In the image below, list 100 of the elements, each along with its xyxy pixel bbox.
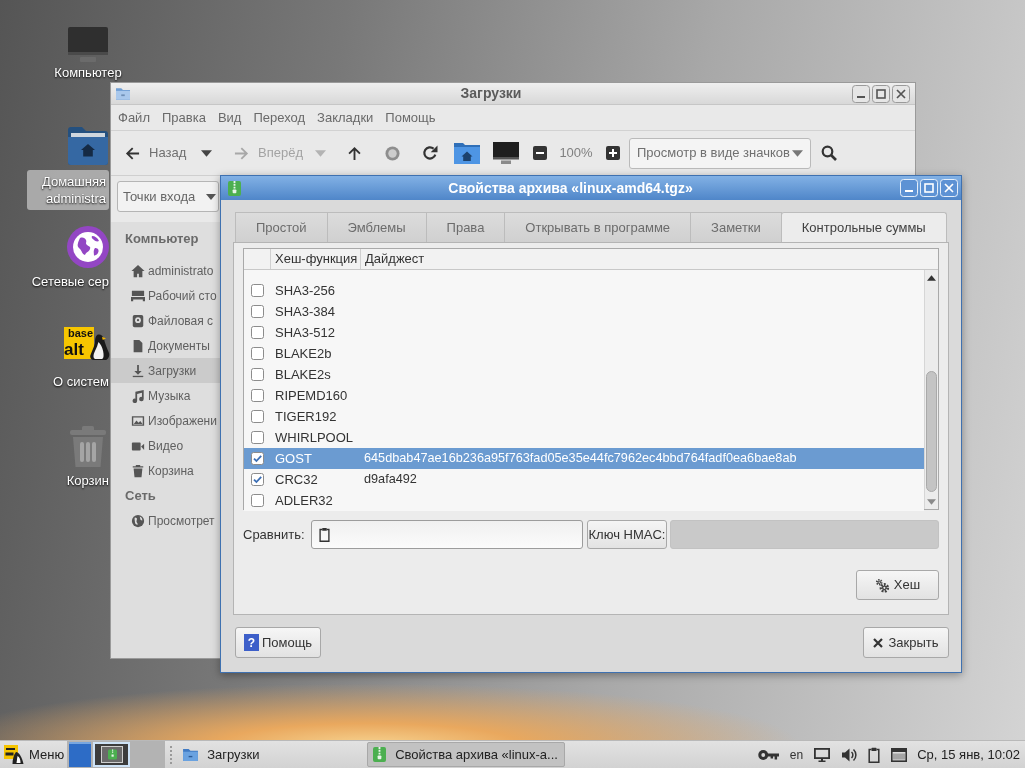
digest-text: 645dbab47ae16b236a95f763fad05e35e44fc7962ec4bbd764fadf0ea6bae8ab bbox=[364, 449, 797, 467]
desktop-icon-label[interactable]: Корзин bbox=[27, 472, 109, 489]
sidebar-item[interactable]: Загрузки bbox=[111, 358, 220, 383]
sidebar-item[interactable]: Видео bbox=[111, 433, 220, 458]
hash-name: BLAKE2s bbox=[275, 365, 331, 384]
menu-item[interactable]: Закладки bbox=[317, 107, 374, 128]
hash-name: TIGER192 bbox=[275, 407, 337, 426]
desktop-icon-label[interactable]: Сетевые сер bbox=[27, 273, 109, 290]
menu-item[interactable]: Переход bbox=[253, 107, 306, 128]
desktop-icon-label[interactable]: Компьютер bbox=[28, 64, 148, 81]
volume-icon[interactable] bbox=[841, 746, 858, 763]
checkbox[interactable] bbox=[250, 389, 264, 402]
clipboard-icon[interactable] bbox=[319, 527, 330, 542]
tab[interactable]: Открывать в программе bbox=[504, 212, 692, 242]
column-header[interactable]: Хеш-функция bbox=[270, 249, 360, 269]
clipboard-icon[interactable] bbox=[868, 746, 881, 763]
window-title: Свойства архива «linux-amd64.tgz» bbox=[447, 178, 694, 198]
window-title: Загрузки bbox=[459, 84, 523, 103]
hmac-key-button[interactable]: Ключ HMAC: bbox=[587, 520, 667, 549]
home-folder-icon bbox=[454, 142, 480, 164]
field-label: Сравнить: bbox=[243, 525, 306, 544]
hash-name: SHA3-256 bbox=[275, 281, 335, 300]
checkbox[interactable] bbox=[250, 347, 264, 360]
scroll-down-icon[interactable] bbox=[927, 499, 936, 505]
column-header[interactable]: Дайджест bbox=[360, 249, 938, 269]
checkbox[interactable] bbox=[250, 452, 264, 465]
tab[interactable]: Права bbox=[425, 212, 506, 242]
plus-icon bbox=[606, 146, 620, 160]
desk-icon bbox=[131, 288, 145, 303]
sidebar-item[interactable]: Музыка bbox=[111, 383, 220, 408]
close-button[interactable]: Закрыть bbox=[863, 627, 949, 658]
checkbox[interactable] bbox=[250, 305, 264, 318]
sidebar-item[interactable]: Рабочий сто bbox=[111, 283, 220, 308]
hash-button[interactable]: Хеш bbox=[856, 570, 939, 600]
globe-icon[interactable] bbox=[67, 226, 109, 268]
tab[interactable]: Простой bbox=[235, 212, 328, 242]
scroll-up-icon[interactable] bbox=[927, 275, 936, 281]
logo-text: alt bbox=[64, 342, 84, 358]
tab[interactable]: Эмблемы bbox=[326, 212, 427, 242]
arrow-right-icon bbox=[234, 145, 249, 161]
hash-name: SHA3-384 bbox=[275, 302, 335, 321]
monitor-icon[interactable] bbox=[814, 747, 831, 762]
compare-field[interactable] bbox=[311, 520, 583, 549]
help-button[interactable]: ? Помощь bbox=[235, 627, 321, 658]
question-icon: ? bbox=[243, 634, 259, 651]
task-button[interactable]: Свойства архива «linux-a... bbox=[367, 742, 566, 767]
sidebar-heading: Компьютер bbox=[124, 229, 200, 248]
checkbox[interactable] bbox=[250, 284, 264, 297]
logo-text: base bbox=[67, 327, 94, 339]
home-folder-icon[interactable] bbox=[68, 127, 108, 165]
sidebar-item[interactable]: Корзина bbox=[111, 458, 220, 483]
menu-item[interactable]: Помощь bbox=[385, 107, 436, 128]
stop-icon bbox=[384, 145, 400, 161]
back-button[interactable]: Назад bbox=[121, 138, 193, 168]
sidebar-item[interactable]: Изображени bbox=[111, 408, 220, 433]
picture-icon bbox=[131, 413, 145, 428]
close-button[interactable] bbox=[892, 84, 910, 103]
minus-icon bbox=[533, 146, 547, 160]
menu-button[interactable]: Меню bbox=[0, 741, 68, 768]
sidebar-item[interactable]: Файловая с bbox=[111, 308, 220, 333]
list-row[interactable]: GOST 645dbab47ae16b236a95f763fad05e35e44fc7962ec4bbd764fadf0ea6bae8ab bbox=[244, 448, 924, 469]
scroll-thumb[interactable] bbox=[926, 371, 937, 492]
checkbox[interactable] bbox=[250, 326, 264, 339]
window-icon[interactable] bbox=[891, 747, 908, 762]
keyboard-layout[interactable]: en bbox=[789, 745, 804, 764]
checkbox[interactable] bbox=[250, 431, 264, 444]
caret-icon bbox=[206, 193, 216, 200]
checkbox[interactable] bbox=[250, 473, 264, 486]
home-icon bbox=[131, 263, 145, 278]
menu-item[interactable]: Правка bbox=[161, 107, 206, 128]
checkbox[interactable] bbox=[250, 410, 264, 423]
archive-icon bbox=[373, 747, 387, 762]
logo[interactable]: base alt bbox=[64, 327, 94, 359]
checkbox[interactable] bbox=[250, 494, 264, 507]
tab[interactable]: Контрольные суммы bbox=[780, 212, 947, 242]
trash-icon bbox=[131, 463, 145, 478]
minimize-button[interactable] bbox=[852, 84, 870, 103]
globe-icon bbox=[131, 513, 145, 528]
key-icon[interactable] bbox=[757, 748, 779, 761]
tab[interactable]: Заметки bbox=[690, 212, 782, 242]
sidebar-item[interactable]: Просмотрет bbox=[111, 508, 220, 533]
logo-icon bbox=[4, 744, 24, 765]
caret-icon bbox=[314, 149, 326, 157]
download-icon bbox=[131, 363, 145, 378]
desktop-icon-label[interactable]: О систем bbox=[27, 373, 109, 390]
sidebar-item[interactable]: administrato bbox=[111, 258, 220, 283]
hash-name: ADLER32 bbox=[275, 491, 333, 510]
places-select[interactable]: Точки входа bbox=[117, 181, 219, 212]
document-icon bbox=[131, 338, 145, 353]
hash-name: GOST bbox=[275, 449, 312, 468]
menu-item[interactable]: Файл bbox=[118, 107, 150, 128]
checkbox[interactable] bbox=[250, 368, 264, 381]
hash-name: RIPEMD160 bbox=[275, 386, 348, 405]
task-button[interactable]: Загрузки bbox=[177, 742, 365, 767]
caret-icon bbox=[792, 149, 803, 157]
view-select[interactable]: Просмотр в виде значков bbox=[629, 137, 811, 169]
hash-name: WHIRLPOOL bbox=[275, 428, 353, 447]
menu-item[interactable]: Вид bbox=[217, 107, 242, 128]
maximize-button[interactable] bbox=[872, 84, 890, 103]
sidebar-item[interactable]: Документы bbox=[111, 333, 220, 358]
